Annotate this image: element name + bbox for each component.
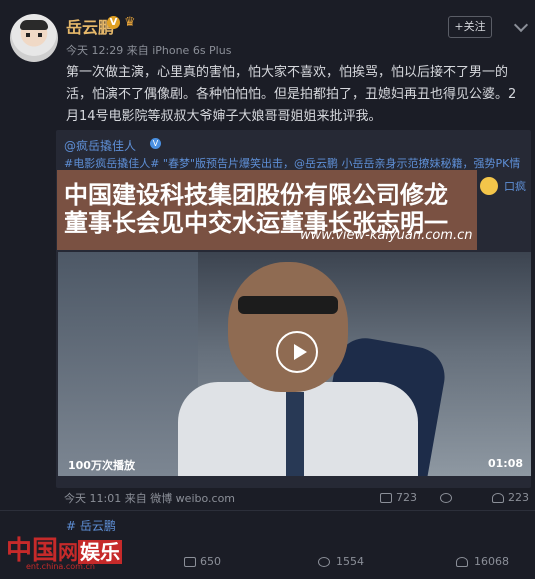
footer-likes[interactable]: 16068 xyxy=(474,555,509,568)
repost-time: 今天 11:01 来自 微博 weibo.com xyxy=(64,492,236,505)
video-bg-wall xyxy=(58,252,198,476)
share-icon[interactable] xyxy=(380,493,392,503)
repost-shares[interactable]: 723 xyxy=(396,491,417,504)
play-icon[interactable] xyxy=(276,331,318,373)
post-meta: 今天 12:29 来自 iPhone 6s Plus xyxy=(66,44,232,57)
post-text: 第一次做主演，心里真的害怕，怕大家不喜欢，怕挨骂，怕以后接不了男一的活，怕演不了… xyxy=(66,65,517,124)
repost-likes[interactable]: 223 xyxy=(508,491,529,504)
video-duration: 01:08 xyxy=(488,457,524,470)
banner-url: www.view-kaiyuan.com.cn xyxy=(300,228,473,243)
emoji-icon xyxy=(480,177,498,195)
follow-button[interactable]: +关注 xyxy=(448,16,492,38)
footer-share-icon[interactable] xyxy=(184,557,196,567)
avatar[interactable] xyxy=(10,14,58,62)
vip-crown-icon: ♛ xyxy=(124,15,136,30)
comment-icon[interactable] xyxy=(440,493,452,503)
video-sunglasses xyxy=(238,296,338,314)
footer-comment-icon[interactable] xyxy=(318,557,330,567)
footer-like-icon[interactable] xyxy=(456,557,468,567)
chevron-down-icon[interactable] xyxy=(514,18,528,32)
footer-comments[interactable]: 1554 xyxy=(336,555,364,568)
watermark-brand-b: 网 xyxy=(58,540,79,564)
repost-verified-icon: V xyxy=(150,138,161,149)
footer-reposts[interactable]: 650 xyxy=(200,555,221,568)
watermark-brand-c: 娱乐 xyxy=(78,540,123,564)
video-tie xyxy=(286,392,304,476)
repost-user[interactable]: @疯岳撬佳人 xyxy=(64,137,136,154)
like-icon[interactable] xyxy=(492,493,504,503)
verified-icon: V xyxy=(107,16,120,29)
video-views: 100万次播放 xyxy=(68,459,135,472)
repost-reply-label[interactable]: 口疯 xyxy=(504,178,526,194)
avatar-hair xyxy=(20,20,48,30)
avatar-eyes xyxy=(26,33,42,37)
watermark-url: ent.china.com.cn xyxy=(26,562,95,571)
divider xyxy=(0,510,535,511)
author-name[interactable]: 岳云鹏 xyxy=(66,14,114,38)
video-head xyxy=(228,262,348,392)
